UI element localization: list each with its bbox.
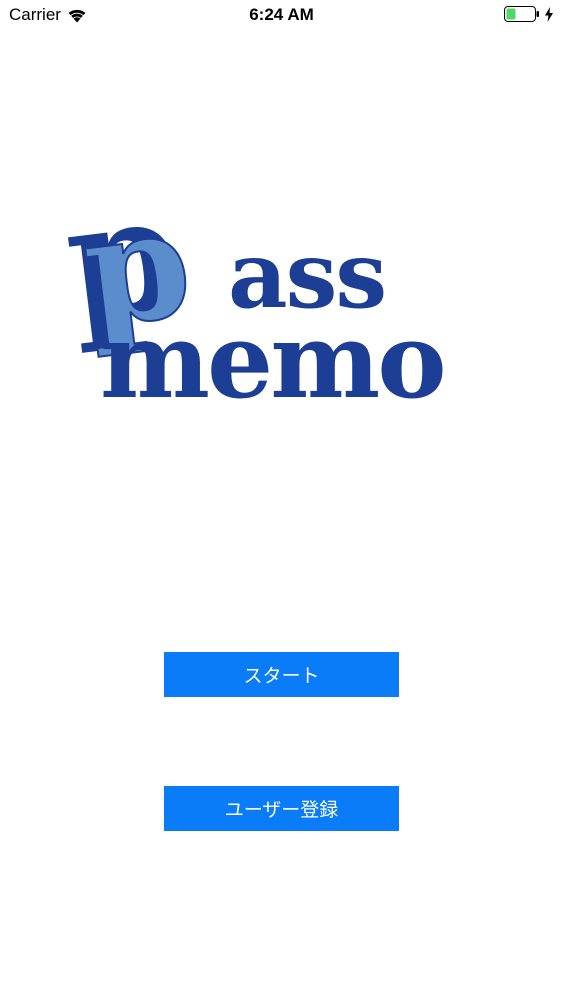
- status-bar: Carrier 6:24 AM: [0, 0, 563, 30]
- start-button[interactable]: スタート: [164, 652, 399, 697]
- battery-indicator: [504, 6, 554, 22]
- charging-bolt-icon: [544, 6, 554, 22]
- battery-icon: [504, 6, 540, 22]
- user-register-button[interactable]: ユーザー登録: [164, 786, 399, 831]
- logo-word-memo: memo: [100, 299, 444, 412]
- app-logo: p p ass memo: [60, 192, 490, 412]
- passmemo-logo-graphic: p p ass memo: [60, 192, 447, 412]
- status-time: 6:24 AM: [249, 5, 314, 24]
